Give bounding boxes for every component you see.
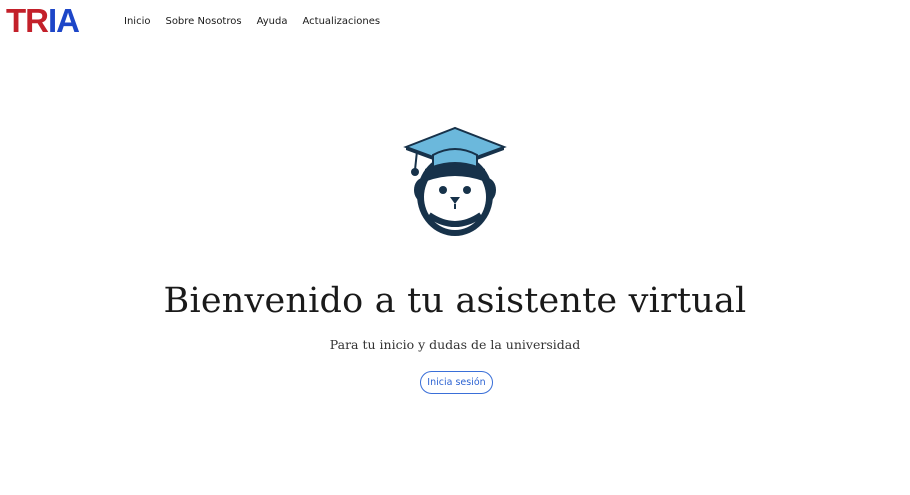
logo-part-red: TR	[6, 2, 49, 39]
page: TRIA Inicio Sobre Nosotros Ayuda Actuali…	[0, 0, 910, 495]
login-button[interactable]: Inicia sesión	[420, 371, 493, 394]
nav-item-inicio[interactable]: Inicio	[124, 15, 150, 29]
main-nav: Inicio Sobre Nosotros Ayuda Actualizacio…	[124, 15, 395, 29]
nav-item-sobre-nosotros[interactable]: Sobre Nosotros	[165, 15, 241, 29]
page-title: Bienvenido a tu asistente virtual	[163, 281, 747, 321]
logo[interactable]: TRIA	[6, 2, 80, 39]
nav-item-actualizaciones[interactable]: Actualizaciones	[302, 15, 380, 29]
logo-part-blue: IA	[48, 2, 80, 39]
page-subtitle: Para tu inicio y dudas de la universidad	[329, 337, 581, 352]
header: TRIA Inicio Sobre Nosotros Ayuda Actuali…	[0, 0, 910, 44]
graduation-cap-robot-icon	[403, 125, 507, 240]
nav-item-ayuda[interactable]: Ayuda	[257, 15, 288, 29]
